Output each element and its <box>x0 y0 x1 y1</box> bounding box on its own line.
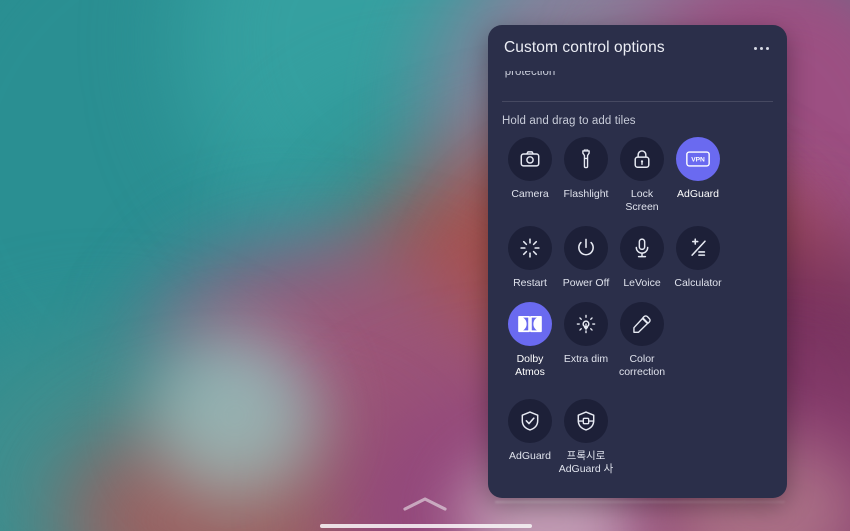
tile-label: Extra dim <box>563 353 609 365</box>
page-title: Custom control options <box>504 39 665 56</box>
overflow-menu-button[interactable] <box>747 34 775 62</box>
dolby-icon <box>518 315 542 333</box>
tile-adguard[interactable]: AdGuard <box>502 399 558 476</box>
overflow-dot <box>753 46 757 50</box>
overflow-dot <box>765 46 769 50</box>
shield-proxy-icon <box>577 411 595 431</box>
dolby-icon-container <box>508 302 552 346</box>
tile-label: 프록시로 AdGuard 사 <box>558 450 614 475</box>
vpn-badge-icon-container: VPN <box>676 137 720 181</box>
tile-grid: Camera Flashlight Lock Screen VPN AdGuard Res… <box>502 137 773 391</box>
camera-icon-container <box>508 137 552 181</box>
extra-dim-icon-container <box>564 302 608 346</box>
vpn-badge-icon: VPN <box>686 151 710 167</box>
grid-gap <box>502 391 773 399</box>
restart-burst-icon-container <box>508 226 552 270</box>
camera-icon <box>520 151 540 167</box>
tile-label: Power Off <box>562 277 610 289</box>
tile-label: Color correction <box>618 353 666 378</box>
tile-label: Restart <box>513 277 547 289</box>
tile-label: Flashlight <box>563 188 609 200</box>
tile-adguard[interactable]: VPN AdGuard <box>670 137 726 214</box>
panel-scroll-area[interactable]: Eye protection Freestyle Hold and drag t… <box>488 71 787 498</box>
tile-label: Camera <box>511 188 549 200</box>
clipped-tile-label: Eye protection <box>504 71 556 78</box>
flashlight-icon-container <box>564 137 608 181</box>
tile-extra-dim[interactable]: Extra dim <box>558 302 614 379</box>
lock-icon-container <box>620 137 664 181</box>
tile-calculator[interactable]: Calculator <box>670 226 726 290</box>
tile-levoice[interactable]: LeVoice <box>614 226 670 290</box>
eyedropper-icon-container <box>620 302 664 346</box>
wallpaper-blob <box>150 330 320 500</box>
tile-label: LeVoice <box>623 277 661 289</box>
calculator-icon <box>691 238 706 256</box>
home-indicator[interactable] <box>320 524 532 528</box>
power-icon-container <box>564 226 608 270</box>
restart-burst-icon <box>520 238 540 258</box>
clipped-tile-label: Freestyle <box>558 71 614 79</box>
tile-power-off[interactable]: Power Off <box>558 226 614 290</box>
calculator-icon-container <box>676 226 720 270</box>
tile-restart[interactable]: Restart <box>502 226 558 290</box>
tile-label: Lock Screen <box>625 188 659 213</box>
shield-check-icon-container <box>508 399 552 443</box>
tile-label: AdGuard <box>508 450 552 462</box>
chevron-up-icon <box>403 497 447 511</box>
tile-lock-screen[interactable]: Lock Screen <box>614 137 670 214</box>
flashlight-icon <box>582 148 590 169</box>
tile-adguard[interactable]: 프록시로 AdGuard 사 <box>558 399 614 476</box>
tile-camera[interactable]: Camera <box>502 137 558 214</box>
tile-grid-secondary: AdGuard 프록시로 AdGuard 사 <box>502 399 773 488</box>
custom-control-options-panel: Custom control options Eye protection Fr… <box>488 25 787 498</box>
extra-dim-icon <box>576 314 596 334</box>
lock-icon <box>634 150 650 168</box>
tile-color-correction[interactable]: Color correction <box>614 302 670 379</box>
microphone-icon-container <box>620 226 664 270</box>
panel-header: Custom control options <box>488 25 787 71</box>
microphone-icon <box>635 238 649 258</box>
power-icon <box>578 238 594 256</box>
tile-dolby-atmos[interactable]: Dolby Atmos <box>502 302 558 379</box>
tile-flashlight[interactable]: Flashlight <box>558 137 614 214</box>
add-tiles-hint: Hold and drag to add tiles <box>502 115 636 127</box>
tile-label: Calculator <box>674 277 722 289</box>
clipped-tile-row: Eye protection Freestyle <box>502 71 773 97</box>
shield-proxy-icon-container <box>564 399 608 443</box>
tile-label: AdGuard <box>676 188 720 200</box>
overflow-dot <box>759 46 763 50</box>
shield-check-icon <box>521 411 539 431</box>
tile-label: Dolby Atmos <box>515 353 545 378</box>
svg-text:VPN: VPN <box>691 157 705 164</box>
eyedropper-icon <box>633 315 651 333</box>
